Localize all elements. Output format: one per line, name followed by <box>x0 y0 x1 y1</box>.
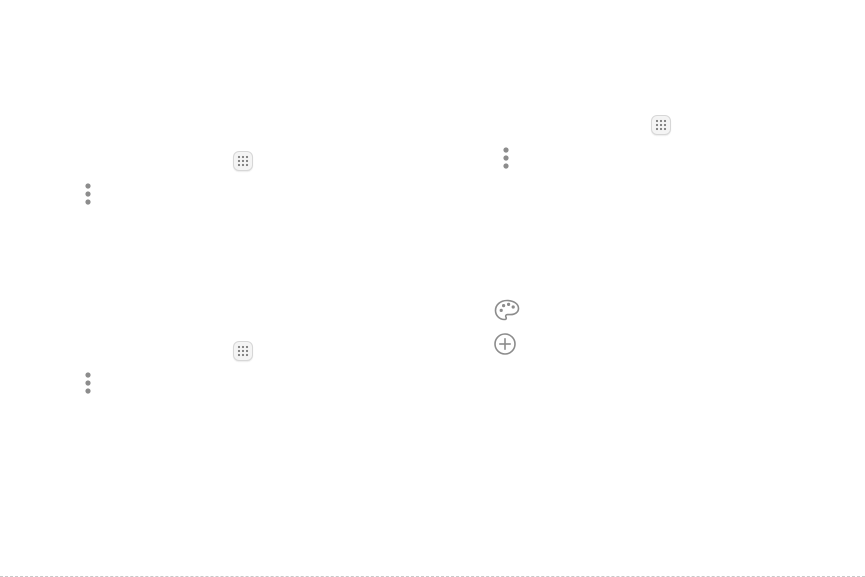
apps-button-3[interactable] <box>651 115 671 135</box>
more-options-button-2[interactable] <box>83 372 93 394</box>
more-options-button-3[interactable] <box>501 147 511 169</box>
add-circle-icon[interactable] <box>491 330 519 358</box>
palette-icon[interactable] <box>493 297 521 325</box>
apps-grid-icon <box>655 119 667 131</box>
apps-button-1[interactable] <box>233 151 253 171</box>
more-options-button-1[interactable] <box>83 183 93 205</box>
more-options-icon <box>503 147 509 169</box>
apps-grid-icon <box>237 155 249 167</box>
more-options-icon <box>85 183 91 205</box>
apps-grid-icon <box>237 345 249 357</box>
more-options-icon <box>85 372 91 394</box>
apps-button-2[interactable] <box>233 341 253 361</box>
